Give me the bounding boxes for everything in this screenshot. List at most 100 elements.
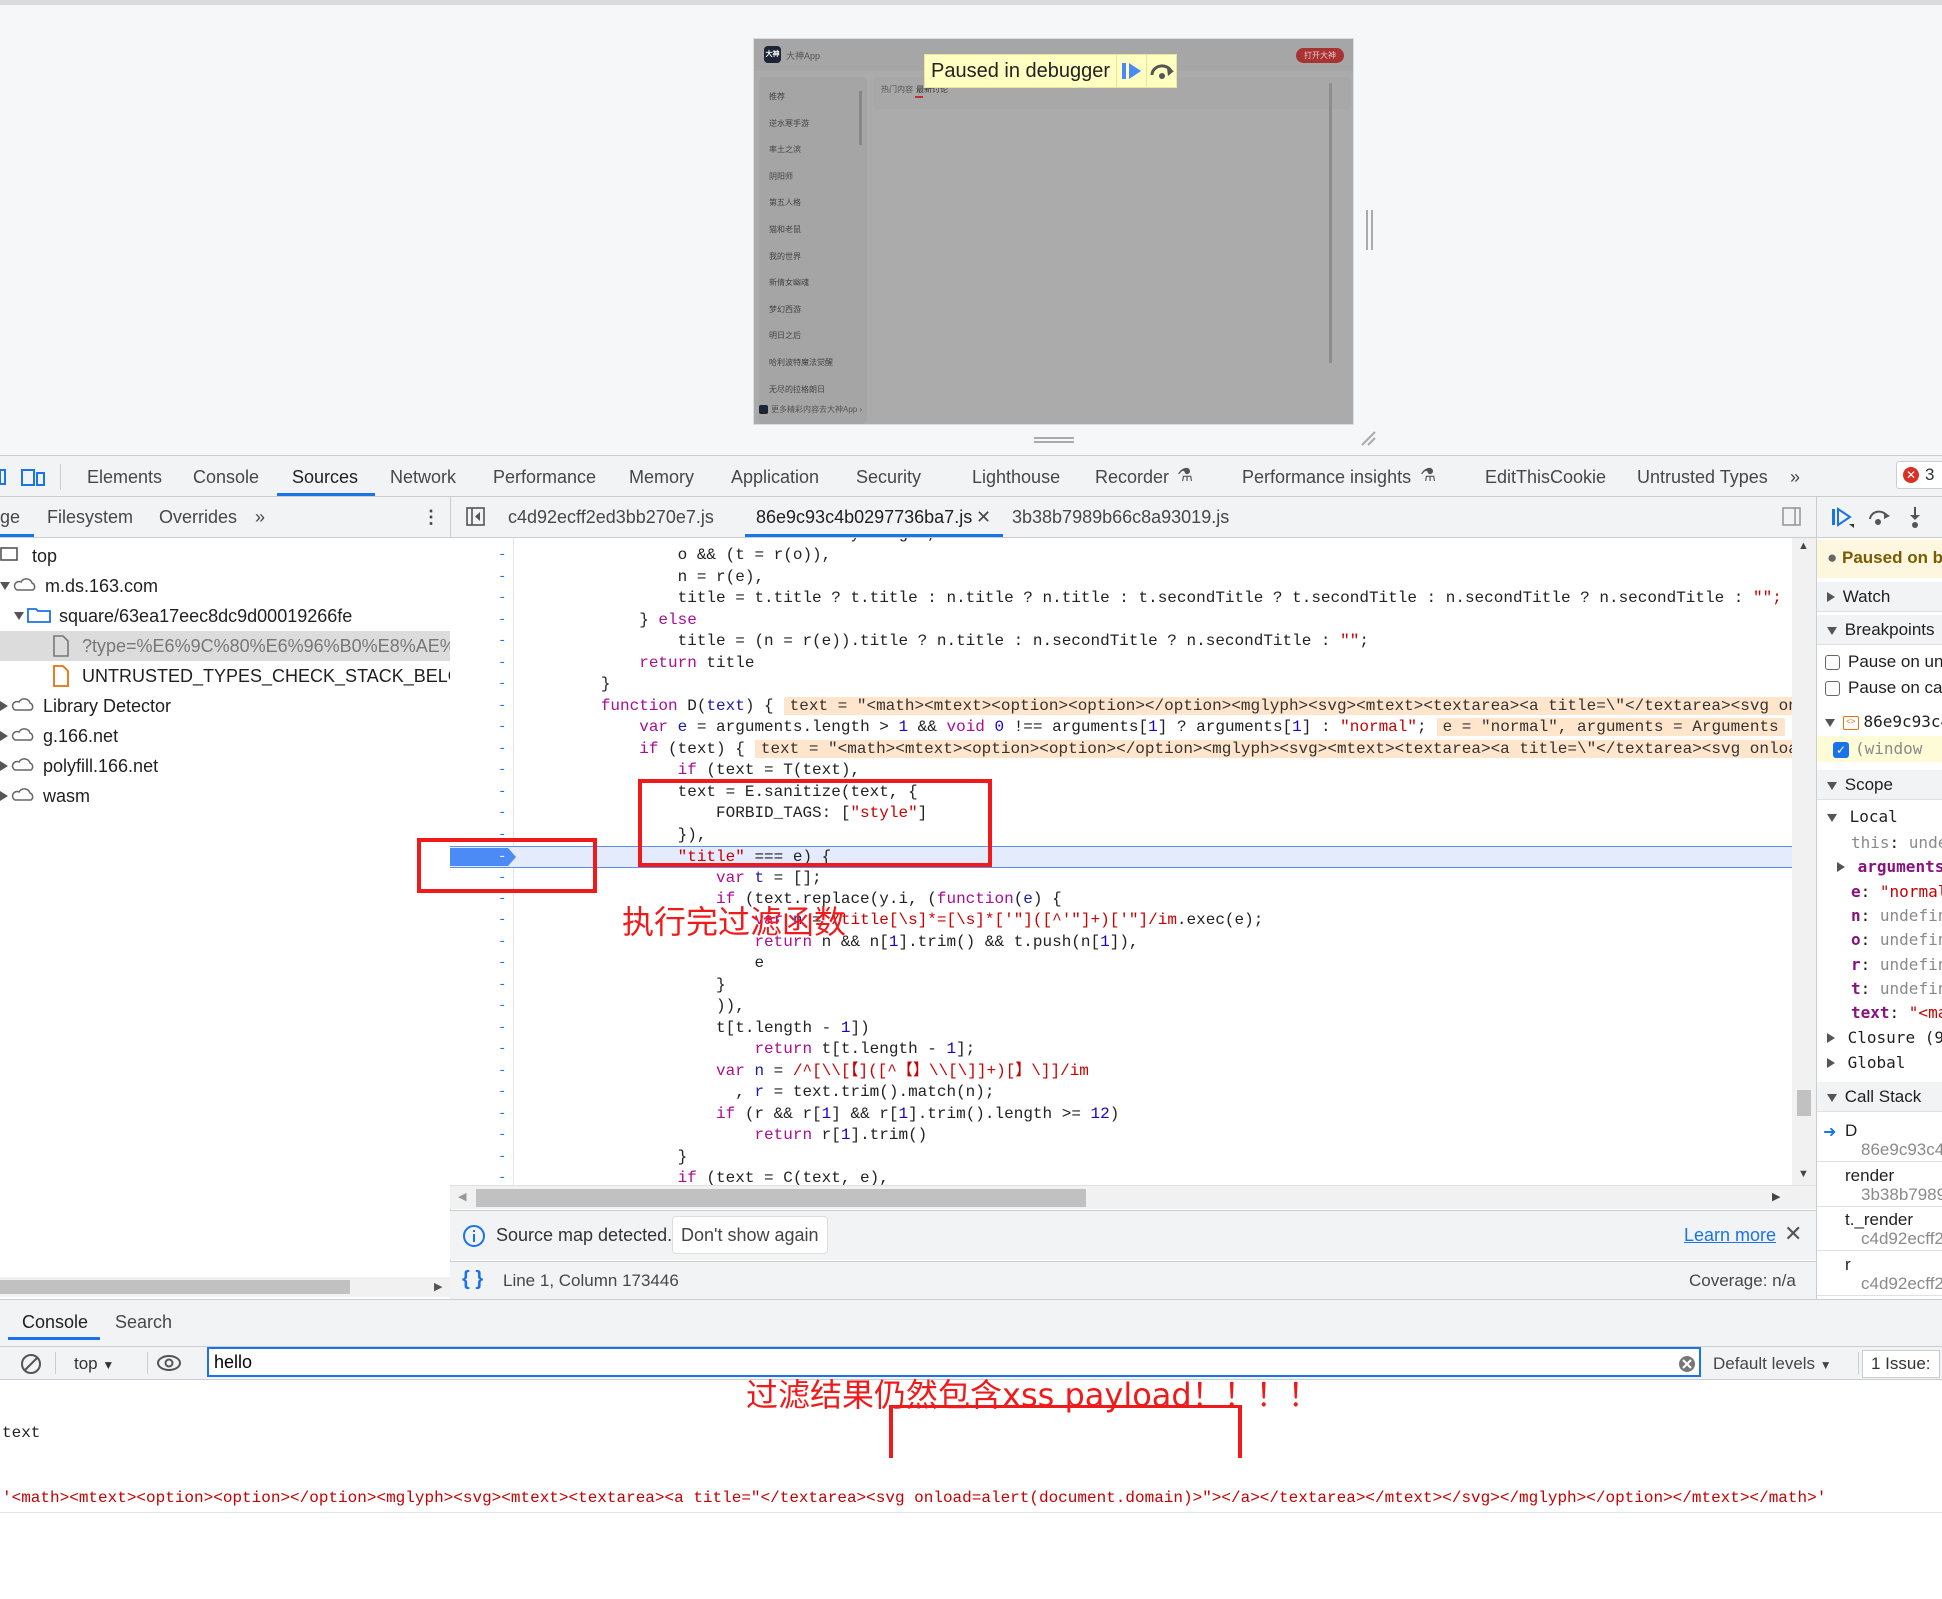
line-number-placeholder[interactable]: - [498,1147,506,1168]
live-expression-eye-icon[interactable] [156,1353,182,1373]
preview-sidebar-item[interactable]: 无尽的拉格朗日 [769,384,825,395]
watch-section-header[interactable]: Watch [1817,582,1942,612]
line-number-placeholder[interactable]: - [498,782,506,803]
tree-item[interactable]: m.ds.163.com [0,571,450,601]
expand-arrow-down-icon[interactable] [14,612,24,620]
code-line[interactable]: - t[t.length - 1]) [450,1018,1792,1039]
line-number-placeholder[interactable]: - [498,1104,506,1125]
code-line[interactable]: - return r[1].trim() [450,1125,1792,1146]
line-number-placeholder[interactable]: - [498,910,506,931]
dont-show-again-button[interactable]: Don't show again [672,1216,828,1254]
line-number-placeholder[interactable]: - [498,717,506,738]
scope-variable[interactable]: text: "<math> [1851,1003,1942,1022]
code-line[interactable]: - var n = /^[\\[【]([^【】\\[\]]+)[】\]]/im [450,1061,1792,1082]
breakpoint-entry[interactable]: ✓ (window [1817,736,1942,762]
scope-variable[interactable]: arguments [1837,857,1942,876]
navigator-tab-filesystem[interactable]: Filesystem [47,507,133,528]
editor-vscrollbar[interactable]: ▲ ▼ [1792,538,1816,1185]
scroll-right-arrow-icon[interactable]: ▶ [434,1280,442,1293]
step-into-icon[interactable] [1905,505,1925,529]
navigator-hscrollbar[interactable]: ▶ [0,1277,450,1297]
line-number-placeholder[interactable]: - [498,610,506,631]
call-frame[interactable]: render3b38b7989b66c8a93019.js [1817,1163,1942,1207]
drawer-tab-console[interactable]: Console [22,1312,88,1333]
devtools-tab-untrusted-types[interactable]: Untrusted Types [1637,467,1768,488]
devtools-tab-recorder[interactable]: Recorder [1095,467,1169,488]
tree-item[interactable]: polyfill.166.net [0,751,450,781]
line-number-placeholder[interactable]: - [498,760,506,781]
line-number-placeholder[interactable]: - [498,739,506,760]
scroll-thumb[interactable] [0,1280,350,1294]
global-scope[interactable]: Global [1827,1053,1905,1072]
tree-item[interactable]: UNTRUSTED_TYPES_CHECK_STACK_BELOW [0,661,450,691]
code-line[interactable]: - o && (t = r(o)), [450,545,1792,566]
scope-variable[interactable]: o: undefined [1851,930,1942,949]
tree-item[interactable]: Library Detector [0,691,450,721]
device-toolbar-icon[interactable] [20,467,46,487]
more-tabs-chevron-icon[interactable]: » [1790,467,1800,488]
line-number-placeholder[interactable]: - [498,932,506,953]
line-number-placeholder[interactable]: - [498,545,506,566]
scope-variable[interactable]: n: undefined [1851,906,1942,925]
preview-sidebar-item[interactable]: 第五人格 [769,197,801,208]
breakpoints-section-header[interactable]: Breakpoints [1817,615,1942,645]
editor-tab-3b38b[interactable]: 3b38b7989b66c8a93019.js [1012,507,1229,528]
devtools-tab-application[interactable]: Application [731,467,819,488]
preview-sidebar-item[interactable]: 率土之滨 [769,144,801,155]
resize-handle-vertical[interactable] [1366,210,1373,250]
devtools-tab-console[interactable]: Console [193,467,259,488]
line-number-placeholder[interactable]: - [498,1125,506,1146]
more-options-icon[interactable]: ⋮ [422,507,440,528]
scope-variable[interactable]: this: undefined [1851,833,1942,852]
code-line[interactable]: - var t = []; [450,868,1792,889]
call-frame[interactable]: t._renderc4d92ecff2ed3bb270e7.js [1817,1207,1942,1251]
scroll-thumb[interactable] [1797,1090,1811,1116]
devtools-tab-lighthouse[interactable]: Lighthouse [972,467,1060,488]
code-line[interactable]: - )), [450,996,1792,1017]
preview-sidebar-item[interactable]: 新倩女幽魂 [769,277,809,288]
preview-sidebar-item[interactable]: 猫和老鼠 [769,224,801,235]
code-line[interactable]: - , r = text.trim().match(n); [450,1082,1792,1103]
scroll-left-arrow-icon[interactable]: ◀ [458,1190,466,1203]
code-line[interactable]: - title = (n = r(e)).title ? n.title : n… [450,631,1792,652]
line-number-placeholder[interactable]: - [498,1082,506,1103]
call-frame[interactable]: ➜ D86e9c93c4b0297736ba7.js [1817,1118,1942,1162]
call-frame[interactable]: r c4d92ecff2ed3bb270e7.js [1817,1252,1942,1296]
line-number-placeholder[interactable]: - [498,996,506,1017]
tree-item[interactable]: top [0,541,450,571]
toggle-navigator-icon[interactable] [466,507,486,527]
drawer-tab-search[interactable]: Search [115,1312,172,1333]
tree-item[interactable]: g.166.net [0,721,450,751]
log-levels-dropdown[interactable]: Default levels ▼ [1713,1354,1832,1374]
code-line[interactable]: - return t[t.length - 1]; [450,1039,1792,1060]
close-tab-icon[interactable]: ✕ [976,507,991,528]
code-line[interactable]: - e [450,953,1792,974]
pause-caught-checkbox[interactable]: Pause on caught exceptions [1825,678,1942,698]
code-line[interactable]: - function D(text) {text = "<math><mtext… [450,696,1792,717]
code-line[interactable]: - } [450,674,1792,695]
toggle-debugger-icon[interactable] [1782,507,1802,527]
navigator-tab-overrides[interactable]: Overrides [159,507,237,528]
line-number-placeholder[interactable]: - [498,538,506,545]
devtools-tab-elements[interactable]: Elements [87,467,162,488]
more-navigator-tabs-icon[interactable]: » [255,507,265,528]
resize-corner-icon[interactable] [1360,430,1376,446]
code-line[interactable]: - if (text) {text = "<math><mtext><optio… [450,739,1792,760]
scope-variable[interactable]: r: undefined [1851,955,1942,974]
tree-item[interactable]: ?type=%E6%9C%80%E6%96%B0%E8%AE%A8%E8%AE%… [0,631,450,661]
tab-hot[interactable]: 热门内容 [881,84,913,95]
checkbox[interactable] [1825,681,1840,697]
step-over-icon[interactable] [1867,507,1891,529]
line-number-placeholder[interactable]: - [498,567,506,588]
pretty-print-icon[interactable]: { } [462,1268,483,1291]
devtools-tab-performance[interactable]: Performance [493,467,596,488]
learn-more-link[interactable]: Learn more [1684,1225,1776,1246]
line-number-placeholder[interactable]: - [498,847,506,868]
content-scrollbar[interactable] [1329,83,1332,363]
expand-arrow-down-icon[interactable] [0,582,10,590]
devtools-tab-performance-insights[interactable]: Performance insights [1242,467,1411,488]
scroll-right-arrow-icon[interactable]: ▶ [1772,1190,1780,1203]
line-number-placeholder[interactable]: - [498,653,506,674]
code-line[interactable]: - } [450,1147,1792,1168]
line-number-placeholder[interactable]: - [498,674,506,695]
